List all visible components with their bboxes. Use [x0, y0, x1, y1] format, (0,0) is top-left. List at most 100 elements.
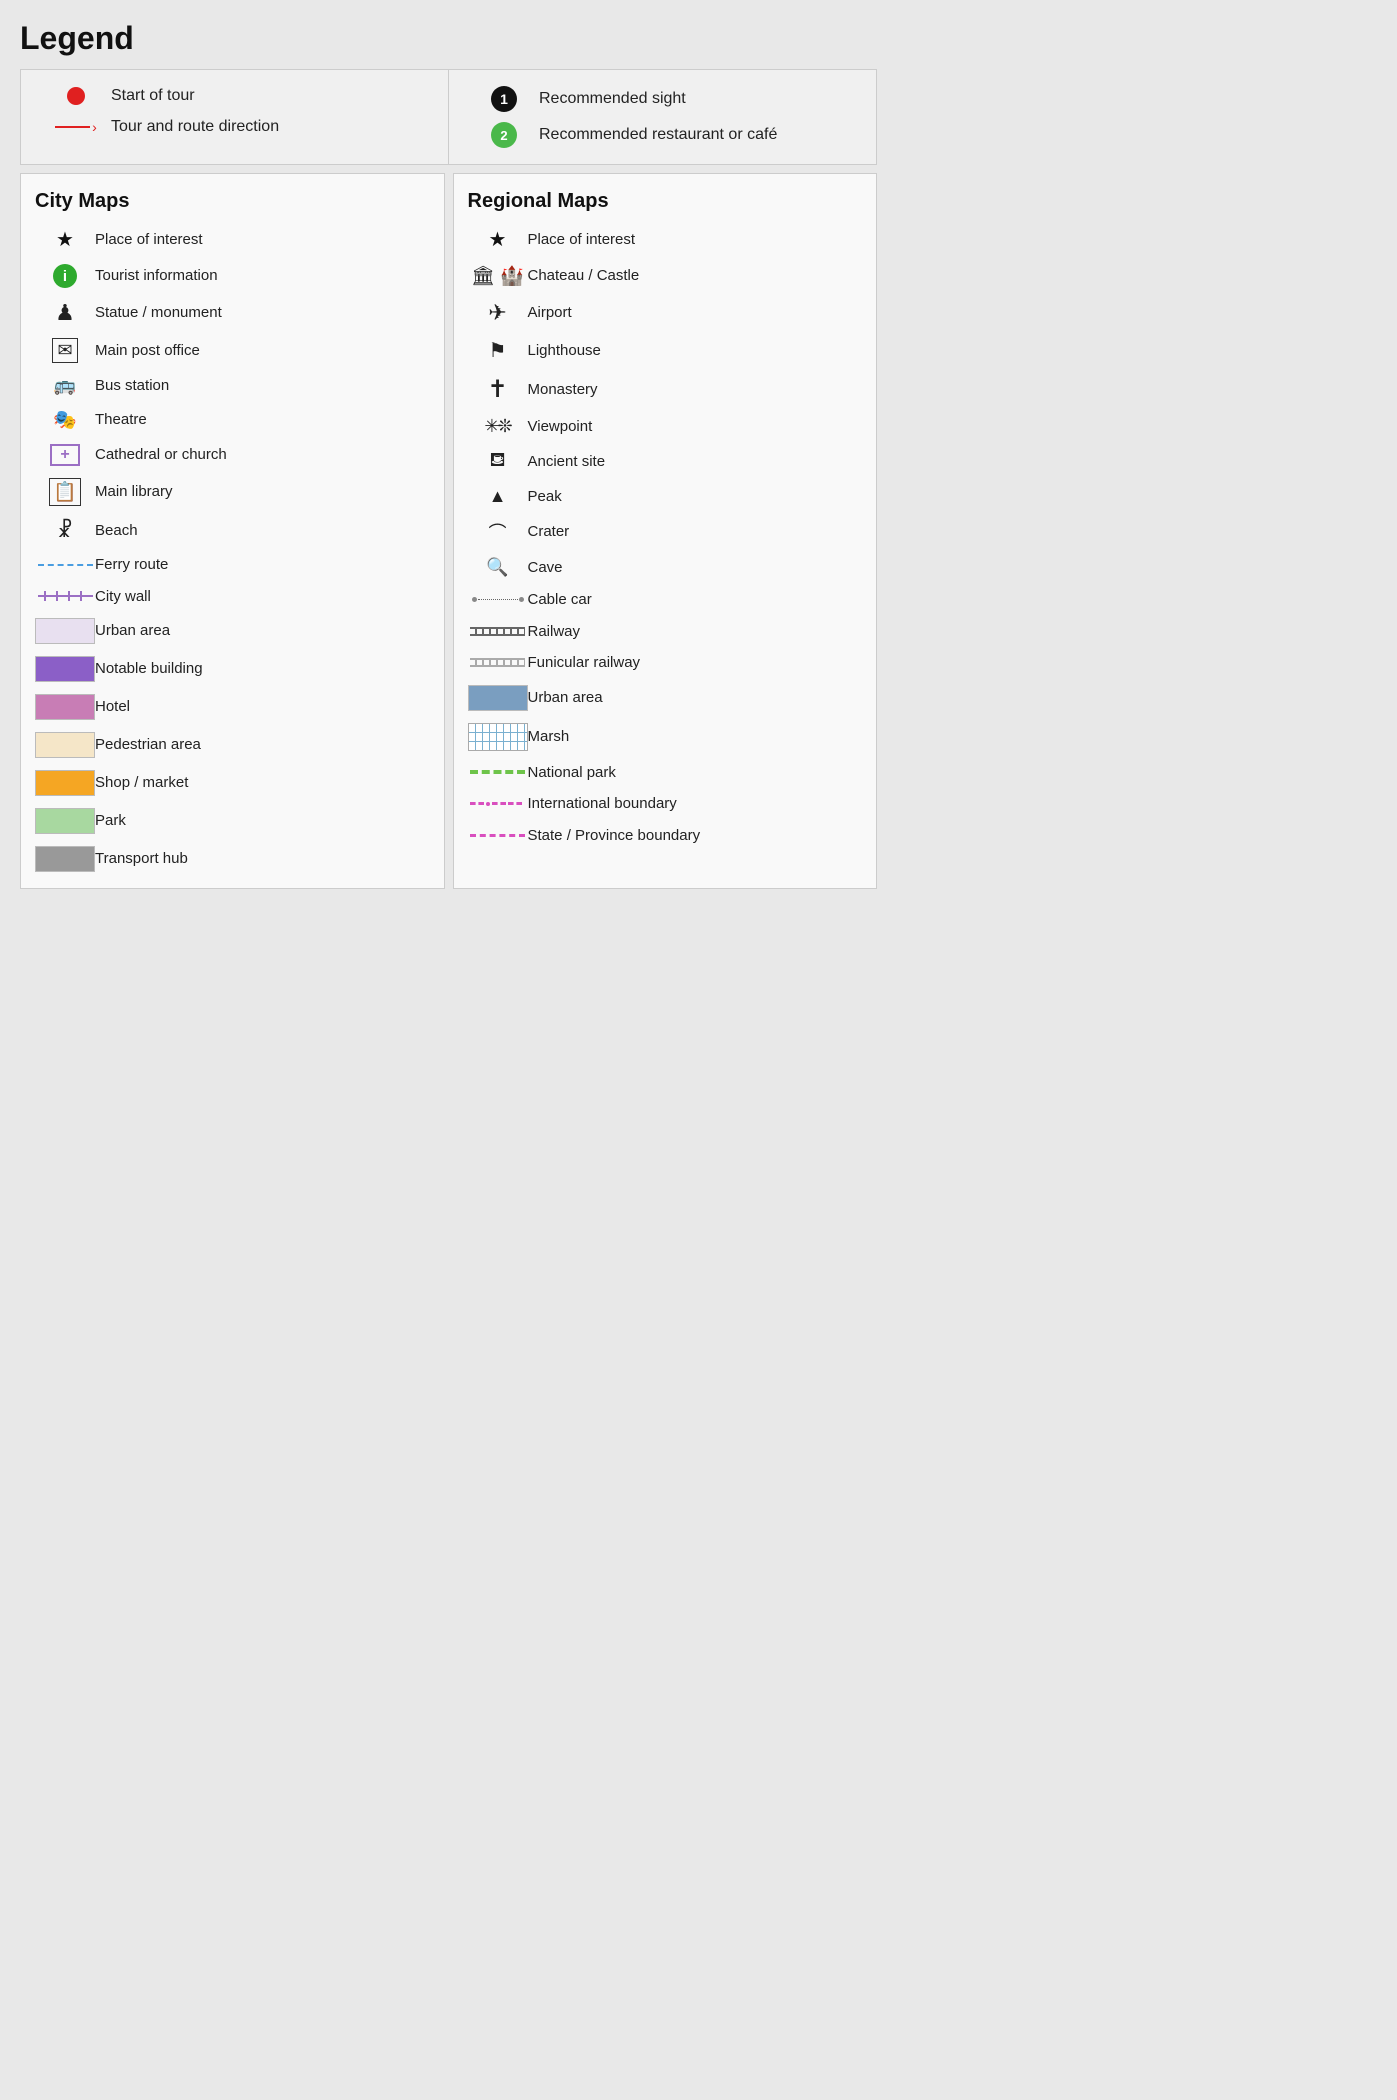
hotel-icon [35, 694, 95, 720]
monastery-icon: ✝ [468, 375, 528, 404]
book-icon: 📋 [49, 478, 81, 506]
rec-rest-icon-cell: 2 [469, 122, 539, 148]
rec-sight-icon-cell: 1 [469, 86, 539, 112]
shop-icon [35, 770, 95, 796]
railway-visual [470, 627, 525, 636]
route-icon-cell: › [41, 119, 111, 135]
cave-icon: 🔍 [468, 557, 528, 578]
state-dashed-line [470, 834, 525, 837]
lighthouse-label: Lighthouse [528, 341, 863, 361]
top-left: Start of tour › Tour and route direction [21, 70, 449, 164]
post-office-label: Main post office [95, 341, 430, 361]
notable-building-icon [35, 656, 95, 682]
rec-sight-circle: 1 [491, 86, 517, 112]
library-label: Main library [95, 482, 430, 502]
crater-symbol: ⌒ [489, 519, 507, 545]
ferry-icon [35, 564, 95, 566]
lighthouse-symbol: ⚑ [489, 338, 507, 363]
cross-icon: ✝ [487, 375, 507, 404]
reg-star-icon: ★ [489, 227, 507, 252]
route-arrowhead: › [92, 119, 97, 135]
marsh-swatch [468, 723, 528, 751]
tourist-info-row: i Tourist information [35, 264, 430, 288]
transport-label: Transport hub [95, 849, 430, 869]
crater-icon: ⌒ [468, 519, 528, 545]
city-wall-row: City wall [35, 587, 430, 607]
chateau-row: 🏛 🏰 Chateau / Castle [468, 264, 863, 288]
cathedral-row: + Cathedral or church [35, 444, 430, 466]
park-icon [35, 808, 95, 834]
shop-swatch [35, 770, 95, 796]
dashed-blue-line [38, 564, 93, 566]
beach-label: Beach [95, 521, 430, 541]
intl-boundary-row: International boundary [468, 794, 863, 814]
transport-row: Transport hub [35, 846, 430, 872]
cable-dot-right [519, 597, 524, 602]
bottom-section: City Maps ★ Place of interest i Tourist … [20, 173, 877, 889]
lighthouse-icon: ⚑ [468, 338, 528, 363]
pedestrian-row: Pedestrian area [35, 732, 430, 758]
state-boundary-icon [468, 834, 528, 837]
chateau-icon: 🏛 🏰 [468, 264, 528, 288]
route-label: Tour and route direction [111, 117, 428, 138]
notable-building-row: Notable building [35, 656, 430, 682]
cable-car-row: Cable car [468, 590, 863, 610]
red-dot-icon [67, 87, 85, 105]
city-place-interest-label: Place of interest [95, 230, 430, 250]
top-right: 1 Recommended sight 2 Recommended restau… [449, 70, 876, 164]
cable-car-label: Cable car [528, 590, 863, 610]
cave-row: 🔍 Cave [468, 557, 863, 578]
info-circle-icon: i [53, 264, 77, 288]
peak-row: ▲ Peak [468, 486, 863, 507]
theatre-label: Theatre [95, 410, 430, 430]
regional-maps-title: Regional Maps [468, 190, 863, 213]
shop-label: Shop / market [95, 773, 430, 793]
fun-bottom-line [470, 665, 525, 667]
peak-icon: ▲ [468, 486, 528, 507]
ferry-row: Ferry route [35, 555, 430, 575]
city-maps-panel: City Maps ★ Place of interest i Tourist … [20, 173, 445, 889]
urban-city-icon [35, 618, 95, 644]
church-box-icon: + [50, 444, 80, 466]
lighthouse-row: ⚑ Lighthouse [468, 338, 863, 363]
cave-label: Cave [528, 558, 863, 578]
cable-dotted-line [478, 599, 518, 600]
funicular-label: Funicular railway [528, 653, 863, 673]
plane-icon: ✈ [488, 300, 506, 326]
tourist-info-label: Tourist information [95, 266, 430, 286]
start-tour-label: Start of tour [111, 86, 428, 107]
monastery-row: ✝ Monastery [468, 375, 863, 404]
reg-place-interest-label: Place of interest [528, 230, 863, 250]
statue-icon: ♟ [35, 300, 95, 326]
cathedral-label: Cathedral or church [95, 445, 430, 465]
post-office-row: ✉ Main post office [35, 338, 430, 363]
bus-station-row: 🚌 Bus station [35, 375, 430, 396]
intl-boundary-label: International boundary [528, 794, 863, 814]
railway-icon [468, 627, 528, 636]
rec-rest-circle: 2 [491, 122, 517, 148]
regional-maps-panel: Regional Maps ★ Place of interest 🏛 🏰 Ch… [453, 173, 878, 889]
state-boundary-label: State / Province boundary [528, 826, 863, 846]
cable-car-icon [468, 597, 528, 602]
legend-title: Legend [20, 20, 877, 57]
library-row: 📋 Main library [35, 478, 430, 506]
triangle-icon: ▲ [489, 486, 507, 507]
viewpoint-row: ✳❊ Viewpoint [468, 416, 863, 437]
notable-building-label: Notable building [95, 659, 430, 679]
chess-piece-icon: ♟ [55, 300, 75, 326]
wall-line-icon [38, 590, 93, 602]
viewpoint-symbol: ✳❊ [484, 416, 510, 437]
intl-dash1 [470, 802, 484, 805]
rec-sight-label: Recommended sight [539, 89, 856, 110]
urban-reg-icon [468, 685, 528, 711]
city-wall-icon [35, 590, 95, 602]
urban-city-row: Urban area [35, 618, 430, 644]
chateau-label: Chateau / Castle [528, 266, 863, 286]
intl-dot [486, 802, 490, 806]
urban-reg-swatch [468, 685, 528, 711]
start-tour-icon-cell [41, 87, 111, 105]
bus-station-label: Bus station [95, 376, 430, 396]
state-boundary-row: State / Province boundary [468, 826, 863, 846]
route-line [55, 126, 90, 128]
top-section: Start of tour › Tour and route direction… [20, 69, 877, 165]
